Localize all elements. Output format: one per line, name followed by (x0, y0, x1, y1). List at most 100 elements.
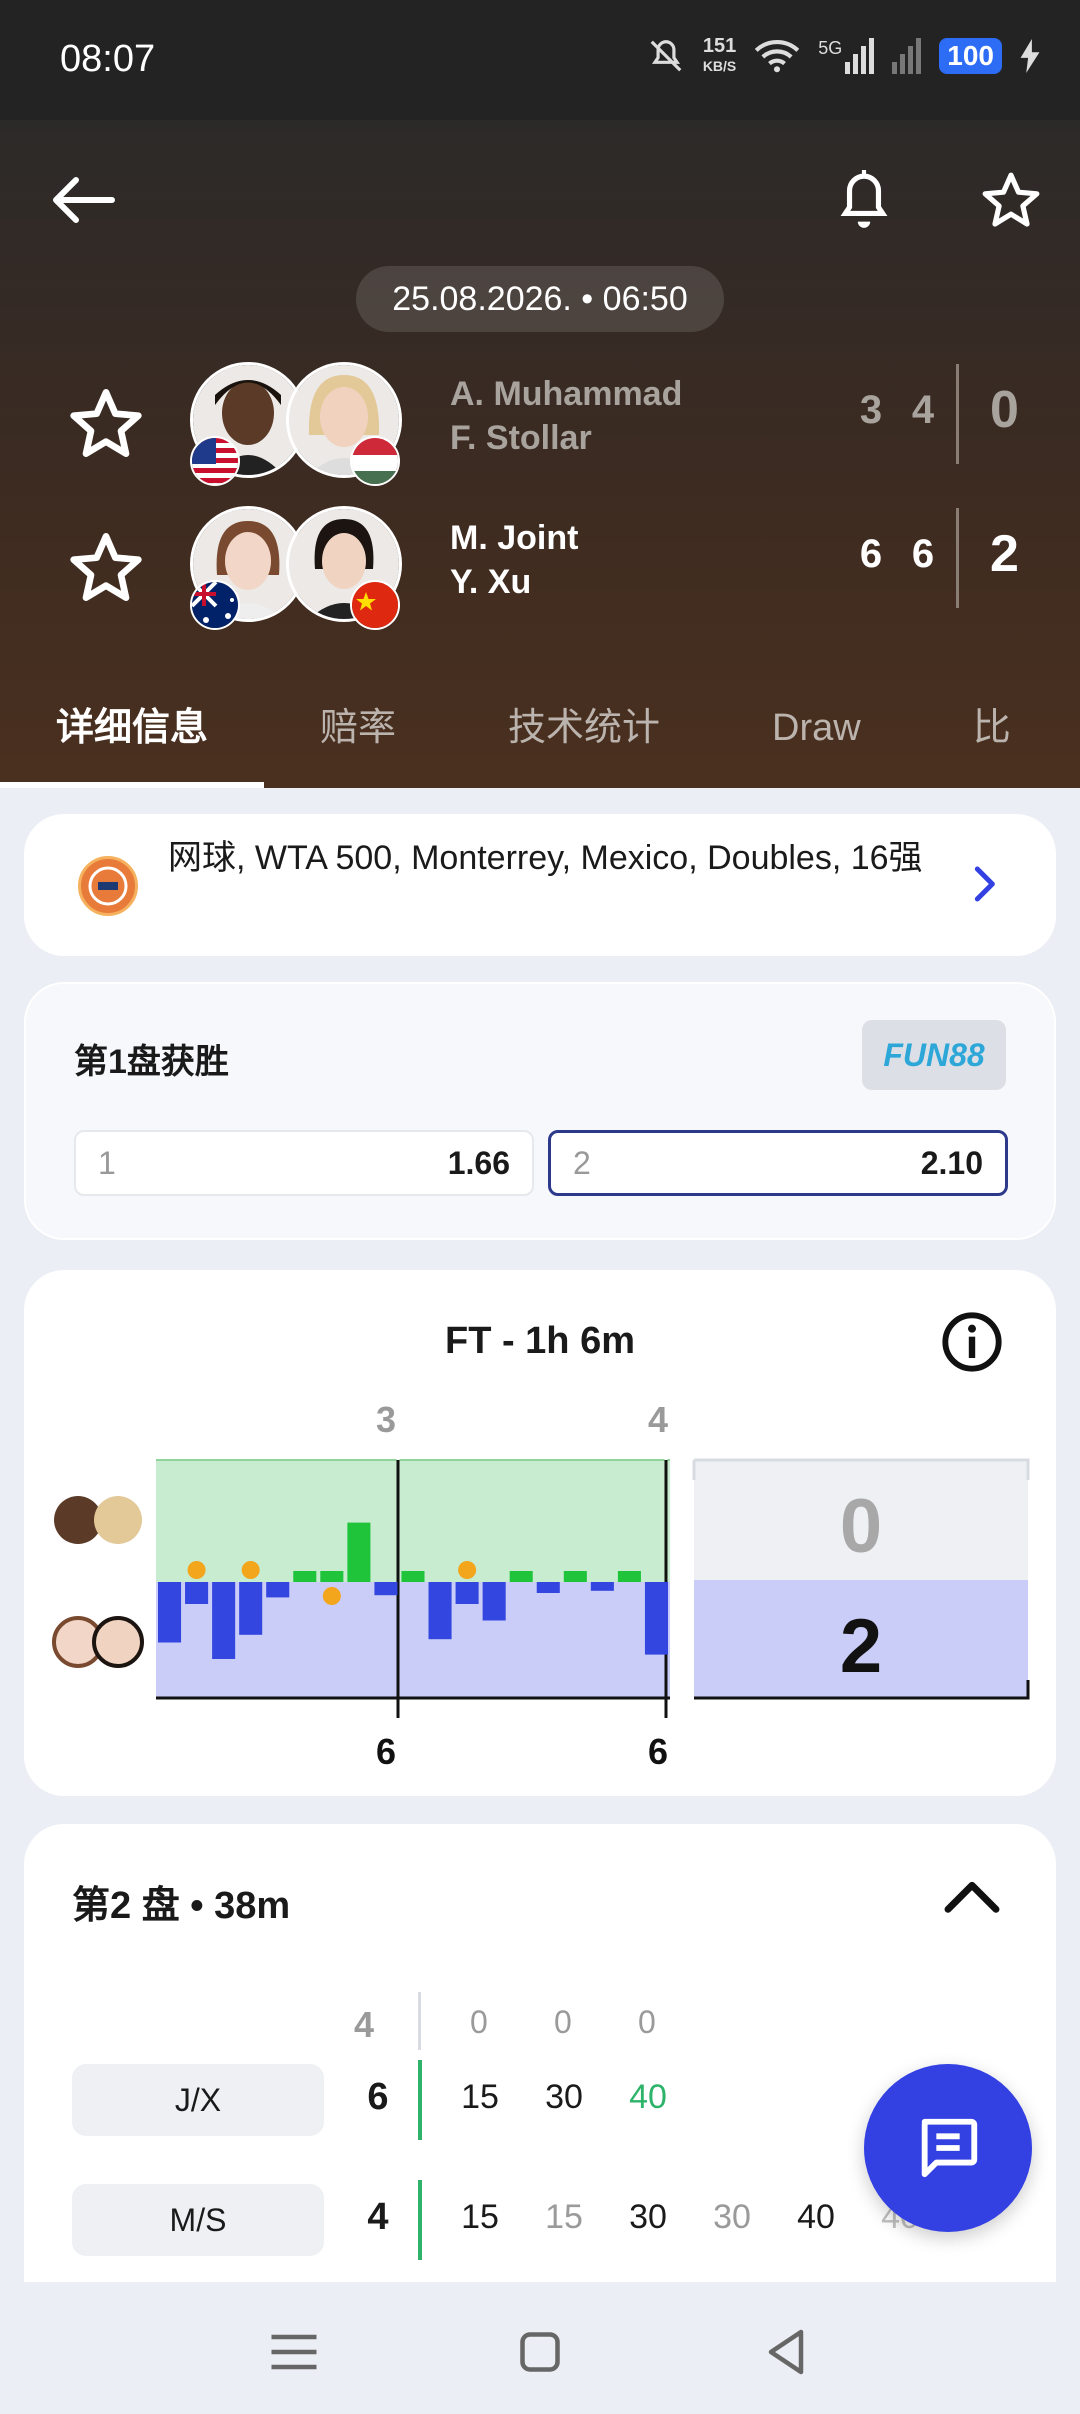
player-name: A. Muhammad (450, 375, 683, 413)
point-score: 40 (797, 2198, 835, 2236)
momentum-card: FT - 1h 6m 3 4 6 6 0 2 (24, 1270, 1056, 1796)
team-pill-ms: M/S (72, 2184, 324, 2256)
wifi-icon (755, 40, 800, 73)
team-1-momentum-bar (293, 1571, 317, 1582)
arrow-left-icon (53, 177, 115, 223)
mute-icon (650, 40, 682, 72)
tab-more[interactable]: 比 (917, 680, 1011, 788)
team-1-games: 34 (846, 388, 950, 433)
odds-label: 2 (573, 1144, 591, 1181)
tab-draw[interactable]: Draw (716, 680, 917, 788)
back-nav-icon[interactable] (756, 2322, 816, 2382)
score-divider (956, 508, 959, 608)
header-point: 0 (470, 2004, 488, 2040)
row-games: 6 (367, 2076, 389, 2118)
league-name: 网球, WTA 500, Monterrey, Mexico, Doubles,… (168, 839, 923, 877)
chevron-up-icon[interactable] (940, 1864, 1004, 1928)
header-point: 0 (638, 2004, 656, 2040)
chat-icon (921, 2118, 978, 2178)
serve-ball-icon (241, 1561, 260, 1579)
team-1-momentum-bar (401, 1571, 425, 1582)
match-header: 25.08.2026. • 06:50 A. Muhammad F. Stoll… (0, 120, 1080, 788)
odds-option-1[interactable]: 1 1.66 (74, 1130, 534, 1196)
set-top-score: 3 (376, 1399, 396, 1440)
point-score: 15 (461, 2078, 499, 2116)
team-2-momentum-bar (239, 1582, 263, 1635)
team-1-momentum-bar (320, 1571, 344, 1582)
team-2-names: M. Joint Y. Xu (450, 516, 578, 604)
odds-market-title: 第1盘获胜 (74, 1043, 229, 1081)
status-icons: 151 KB/S 5G 100 (647, 36, 1040, 76)
star-icon (982, 172, 1040, 227)
hungary-flag-icon (350, 436, 400, 486)
game-separator (418, 2060, 422, 2140)
team-2-mini-avatars (52, 1616, 144, 1668)
chevron-right-icon (974, 866, 995, 902)
team-2-games: 66 (846, 532, 950, 577)
set-title: 第2 盘 • 38m (72, 1885, 291, 1927)
header-separator (418, 1992, 421, 2050)
team-2-momentum-bar (185, 1582, 209, 1604)
status-bar: 08:07 151 KB/S 5G 100 (0, 0, 1080, 120)
header-score: 4 (354, 2004, 375, 2045)
star-icon[interactable] (66, 384, 146, 464)
odds-value: 1.66 (447, 1144, 510, 1181)
set-games: 6 (859, 532, 885, 576)
team-row-1[interactable]: A. Muhammad F. Stollar 34 0 (0, 354, 1080, 486)
back-button[interactable] (44, 160, 124, 240)
team-2-momentum-bar (590, 1582, 614, 1591)
usa-flag-icon (190, 436, 240, 486)
set-games: 3 (859, 388, 885, 432)
team-2-momentum-bar (158, 1582, 182, 1643)
point-score: 30 (713, 2198, 751, 2236)
tournament-logo (78, 856, 138, 916)
team-1-momentum-bar (563, 1571, 587, 1582)
team-1-mini-avatars (54, 1496, 142, 1544)
menu-icon[interactable] (264, 2322, 324, 2382)
odds-label: 1 (98, 1144, 116, 1181)
star-icon[interactable] (66, 528, 146, 608)
set-top-score: 4 (648, 1399, 668, 1440)
team-2-momentum-bar (644, 1582, 668, 1655)
player-name: Y. Xu (450, 563, 532, 601)
set-games: 6 (911, 532, 937, 576)
serve-ball-icon (187, 1561, 206, 1579)
set-games: 4 (911, 388, 937, 432)
odds-option-2[interactable]: 2 2.10 (548, 1130, 1008, 1196)
total-sets-bottom: 2 (840, 1604, 882, 1689)
row-games: 4 (367, 2196, 389, 2238)
total-sets-top: 0 (840, 1484, 882, 1569)
momentum-chart: 3 4 6 6 0 2 (52, 1399, 1030, 1772)
team-pill-jx: J/X (72, 2064, 324, 2136)
point-score: 40 (629, 2078, 667, 2116)
set-bottom-score: 6 (376, 1731, 396, 1772)
team-2-momentum-bar (374, 1582, 398, 1596)
signal-icon: 5G (818, 38, 875, 74)
match-date: 25.08.2026. • 06:50 (356, 266, 724, 332)
favorite-match-button[interactable] (966, 156, 1056, 246)
serve-ball-icon (322, 1587, 341, 1605)
team-1-momentum-bar (347, 1522, 371, 1582)
chat-button[interactable] (864, 2064, 1032, 2232)
charging-icon (1020, 39, 1040, 73)
team-2-sets: 2 (990, 525, 1019, 583)
player-name: F. Stollar (450, 419, 592, 457)
team-2-momentum-bar (482, 1582, 506, 1621)
tab-statistics[interactable]: 技术统计 (452, 680, 716, 788)
bookmaker-logo[interactable]: FUN88 (862, 1020, 1006, 1090)
notification-button[interactable] (824, 156, 904, 246)
league-card[interactable]: 网球, WTA 500, Monterrey, Mexico, Doubles,… (24, 814, 1056, 956)
system-nav-bar (0, 2282, 1080, 2414)
team-row-2[interactable]: M. Joint Y. Xu 66 2 (0, 498, 1080, 630)
team-2-momentum-bar (455, 1582, 479, 1604)
battery-indicator: 100 (939, 38, 1002, 74)
team-1-sets: 0 (990, 381, 1019, 439)
point-score: 30 (629, 2198, 667, 2236)
point-score: 30 (545, 2078, 583, 2116)
home-icon[interactable] (510, 2322, 570, 2382)
set-bottom-score: 6 (648, 1731, 668, 1772)
tab-details[interactable]: 详细信息 (0, 680, 265, 788)
tab-bar: 详细信息 赔率 技术统计 Draw 比 (0, 680, 1080, 788)
tab-odds[interactable]: 赔率 (264, 680, 452, 788)
team-1-names: A. Muhammad F. Stollar (450, 372, 682, 460)
